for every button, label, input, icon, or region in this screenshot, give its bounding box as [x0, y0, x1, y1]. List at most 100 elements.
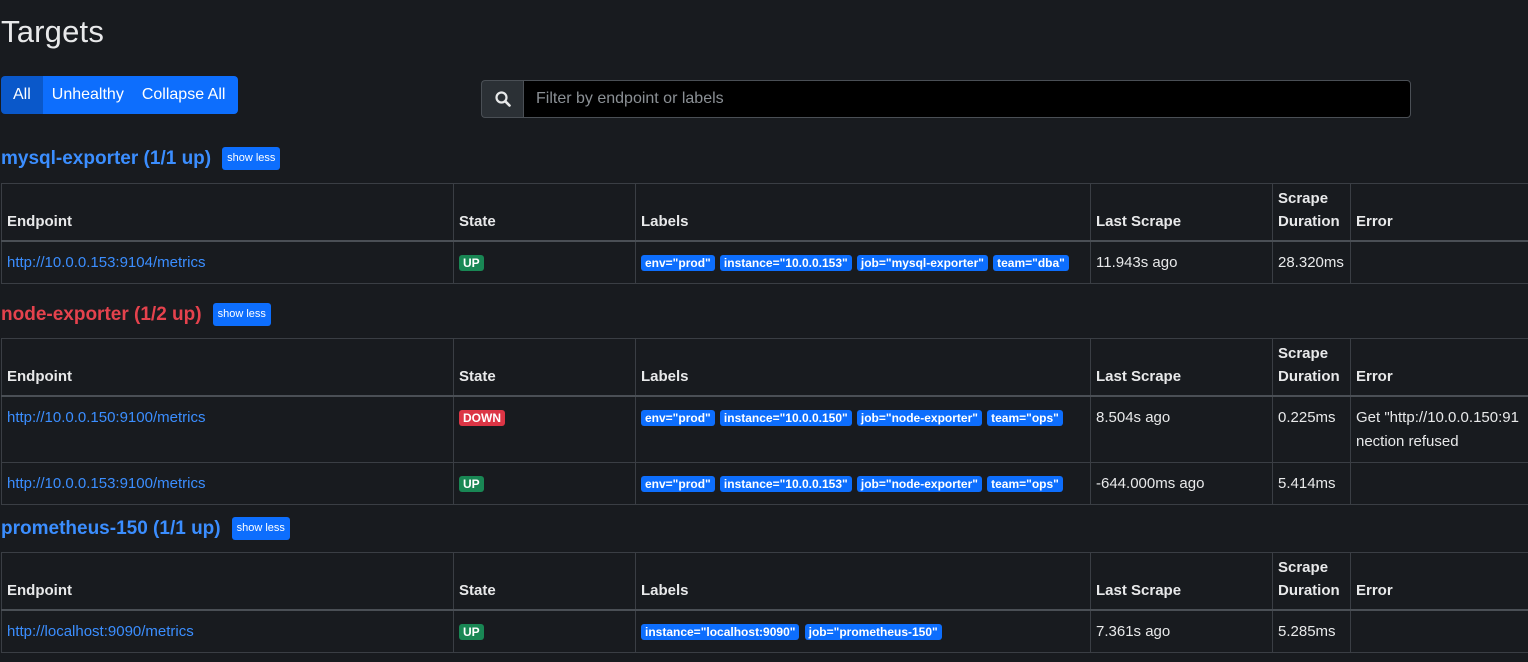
scrape-label: Scrape [1278, 558, 1329, 576]
state-badge: UP [459, 623, 484, 640]
search-bar [481, 80, 1411, 118]
state-badge: DOWN [459, 409, 505, 426]
endpoint-cell: http://localhost:9090/metrics [1, 609, 454, 653]
labels-cell: instance="localhost:9090" job="prometheu… [635, 609, 1091, 653]
filter-button-group: All Unhealthy Collapse All [1, 76, 239, 114]
last-scrape-cell: -644.000ms ago [1090, 461, 1273, 505]
collapse-all-button[interactable]: Collapse All [132, 76, 239, 114]
filter-all-button[interactable]: All [1, 76, 43, 114]
column-header-last-scrape: Last Scrape [1090, 183, 1273, 242]
column-header-last-scrape: Last Scrape [1090, 552, 1273, 611]
column-header-state: State [453, 338, 636, 397]
label-badge: instance="10.0.0.153" [719, 475, 852, 492]
endpoint-cell: http://10.0.0.153:9100/metrics [1, 461, 454, 505]
column-header-labels: Labels [635, 183, 1091, 242]
targets-table: Endpoint State Labels Last Scrape Scrape Dura… [1, 552, 1528, 653]
column-header-endpoint: Endpoint [1, 183, 454, 242]
table-row: http://10.0.0.153:9100/metrics UP env="pro… [1, 461, 1528, 505]
scrape-duration-cell: 28.320ms [1272, 240, 1351, 284]
targets-table: Endpoint State Labels Last Scrape Scrape Dura… [1, 338, 1528, 505]
error-cell [1350, 240, 1528, 284]
column-header-labels: Labels [635, 552, 1091, 611]
label-badge: job="node-exporter" [856, 475, 982, 492]
column-header-endpoint: Endpoint [1, 552, 454, 611]
label-badge: job="node-exporter" [856, 409, 982, 426]
filter-unhealthy-button[interactable]: Unhealthy [42, 76, 133, 114]
show-less-button[interactable]: show less [222, 147, 281, 170]
column-header-last-scrape: Last Scrape [1090, 338, 1273, 397]
error-cell: Get "http://10.0.0.150:91 nection refused [1350, 395, 1528, 463]
show-less-button[interactable]: show less [231, 517, 290, 540]
duration-label: Duration [1278, 581, 1340, 599]
label-badge: instance="10.0.0.150" [719, 409, 852, 426]
page-title: Targets [1, 14, 105, 49]
state-badge: UP [459, 475, 484, 492]
endpoint-link[interactable]: http://10.0.0.153:9100/metrics [7, 475, 205, 492]
pool-title-link[interactable]: mysql-exporter (1/1 up) [1, 148, 211, 170]
show-less-button[interactable]: show less [212, 303, 271, 326]
state-cell: UP [453, 240, 636, 284]
endpoint-link[interactable]: http://10.0.0.153:9104/metrics [7, 254, 205, 271]
error-cell [1350, 609, 1528, 653]
table-header-row: Endpoint State Labels Last Scrape Scrape Dura… [1, 552, 1528, 611]
label-badge: env="prod" [641, 254, 715, 271]
label-badge: team="ops" [987, 409, 1063, 426]
last-scrape-cell: 8.504s ago [1090, 395, 1273, 463]
last-scrape-cell: 7.361s ago [1090, 609, 1273, 653]
search-icon [481, 80, 523, 118]
state-cell: DOWN [453, 395, 636, 463]
targets-table: Endpoint State Labels Last Scrape Scrape Dura… [1, 183, 1528, 284]
state-badge: UP [459, 254, 484, 271]
column-header-scrape-duration: Scrape Duration [1272, 183, 1351, 242]
endpoint-cell: http://10.0.0.153:9104/metrics [1, 240, 454, 284]
scrape-duration-cell: 5.414ms [1272, 461, 1351, 505]
column-header-scrape-duration: Scrape Duration [1272, 552, 1351, 611]
table-header-row: Endpoint State Labels Last Scrape Scrape Dura… [1, 183, 1528, 242]
label-badge: team="dba" [993, 254, 1069, 271]
pool-header: mysql-exporter (1/1 up) show less [1, 147, 281, 170]
state-cell: UP [453, 609, 636, 653]
label-badge: job="mysql-exporter" [856, 254, 988, 271]
table-row: http://10.0.0.150:9100/metrics DOWN env="p… [1, 395, 1528, 463]
label-badge: env="prod" [641, 409, 715, 426]
scrape-label: Scrape [1278, 344, 1329, 362]
labels-cell: env="prod" instance="10.0.0.150" job="no… [635, 395, 1091, 463]
column-header-error: Error [1350, 183, 1528, 242]
table-row: http://localhost:9090/metrics UP instance=… [1, 609, 1528, 653]
pool-title-link[interactable]: node-exporter (1/2 up) [1, 304, 202, 326]
endpoint-link[interactable]: http://10.0.0.150:9100/metrics [7, 409, 205, 426]
error-text: Get "http://10.0.0.150:91 [1356, 408, 1519, 426]
column-header-error: Error [1350, 552, 1528, 611]
targets-page: Targets All Unhealthy Collapse All mysql… [0, 0, 1528, 662]
scrape-duration-cell: 0.225ms [1272, 395, 1351, 463]
label-badge: team="ops" [987, 475, 1063, 492]
table-row: http://10.0.0.153:9104/metrics UP env="pro… [1, 240, 1528, 284]
state-cell: UP [453, 461, 636, 505]
error-text: nection refused [1356, 432, 1459, 450]
column-header-state: State [453, 552, 636, 611]
endpoint-cell: http://10.0.0.150:9100/metrics [1, 395, 454, 463]
labels-cell: env="prod" instance="10.0.0.153" job="no… [635, 461, 1091, 505]
label-badge: instance="localhost:9090" [641, 623, 800, 640]
pool-header: prometheus-150 (1/1 up) show less [1, 517, 290, 540]
scrape-duration-cell: 5.285ms [1272, 609, 1351, 653]
endpoint-link[interactable]: http://localhost:9090/metrics [7, 623, 194, 640]
column-header-labels: Labels [635, 338, 1091, 397]
pool-header: node-exporter (1/2 up) show less [1, 303, 271, 326]
labels-cell: env="prod" instance="10.0.0.153" job="my… [635, 240, 1091, 284]
pool-title-link[interactable]: prometheus-150 (1/1 up) [1, 518, 221, 540]
column-header-endpoint: Endpoint [1, 338, 454, 397]
column-header-state: State [453, 183, 636, 242]
column-header-error: Error [1350, 338, 1528, 397]
duration-label: Duration [1278, 212, 1340, 230]
label-badge: instance="10.0.0.153" [719, 254, 852, 271]
table-header-row: Endpoint State Labels Last Scrape Scrape Dura… [1, 338, 1528, 397]
last-scrape-cell: 11.943s ago [1090, 240, 1273, 284]
search-input[interactable] [523, 80, 1411, 118]
duration-label: Duration [1278, 367, 1340, 385]
label-badge: env="prod" [641, 475, 715, 492]
scrape-label: Scrape [1278, 189, 1329, 207]
error-cell [1350, 461, 1528, 505]
label-badge: job="prometheus-150" [804, 623, 942, 640]
column-header-scrape-duration: Scrape Duration [1272, 338, 1351, 397]
